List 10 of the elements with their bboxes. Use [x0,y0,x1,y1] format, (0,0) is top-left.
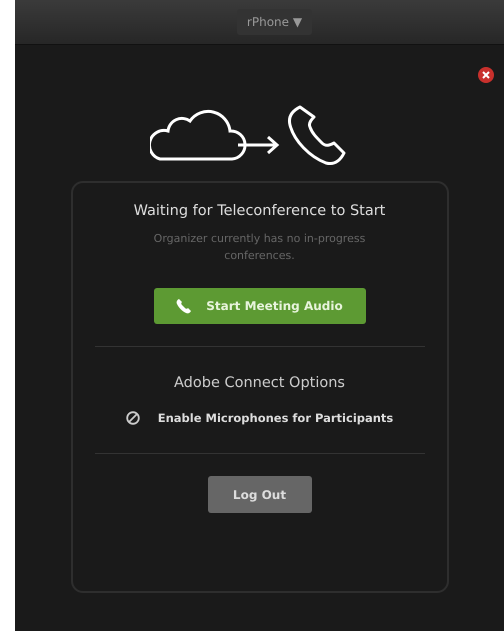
device-dropdown[interactable]: rPhone ▼ [236,9,312,35]
status-message: Organizer currently has no in-progress conferences. [152,231,366,264]
start-audio-button[interactable]: Start Meeting Audio [154,288,366,324]
phone-icon [176,298,192,314]
options-heading: Adobe Connect Options [174,375,345,391]
close-icon[interactable] [478,67,494,83]
disabled-icon [126,411,140,425]
card-title: Waiting for Teleconference to Start [134,203,386,219]
option-toggle[interactable]: Enable Microphones for Participants [126,411,394,425]
log-out-button[interactable]: Log Out [208,476,312,513]
